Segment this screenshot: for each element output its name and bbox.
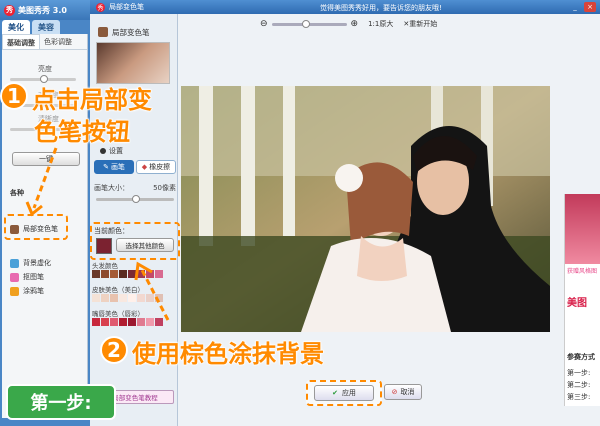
arrow-step2: [140, 269, 170, 321]
step-badge: 第一步:: [6, 384, 116, 420]
step2-number: 2: [100, 336, 128, 364]
step1-number: 1: [0, 82, 28, 110]
step1-text-line1: 点击局部变: [32, 86, 153, 115]
step1-text-line2: 色笔按钮: [34, 118, 131, 147]
step2-text: 使用棕色涂抹背景: [132, 340, 325, 369]
arrow-step1: [32, 147, 58, 209]
